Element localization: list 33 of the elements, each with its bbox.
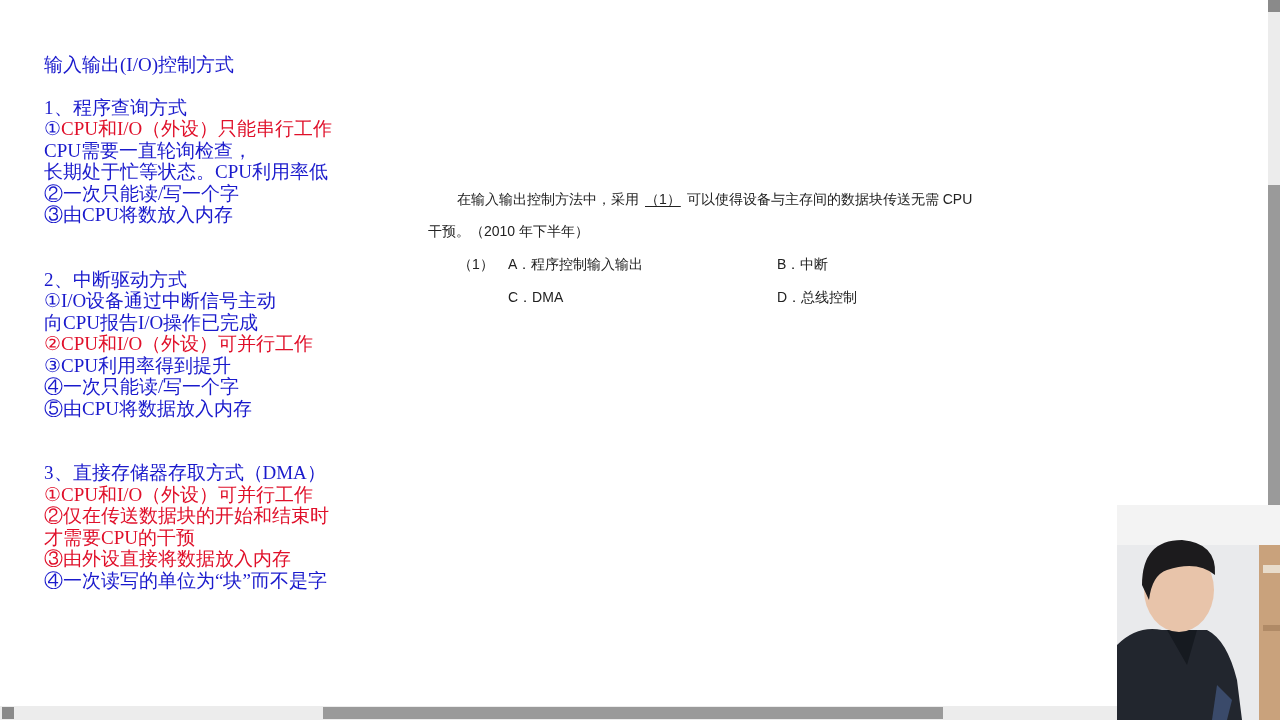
note-line: ②一次只能读/写一个字 <box>44 182 240 204</box>
note-line: ④一次只能读/写一个字 <box>44 376 240 398</box>
note-line: ⑤由CPU将数据放入内存 <box>44 397 252 419</box>
question-text: 干预。（2010 年下半年） <box>428 222 591 241</box>
question-text: 在输入输出控制方法中，采用 （1） 可以使得设备与主存间的数据块传送无需 CPU <box>456 190 974 209</box>
section-heading: 1、程序查询方式 <box>44 96 188 118</box>
vertical-scrollbar[interactable] <box>1268 0 1280 505</box>
note-line: ①I/O设备通过中断信号主动 <box>44 290 277 312</box>
note-line: ②仅在传送数据块的开始和结束时 <box>44 505 329 527</box>
scroll-left-icon[interactable] <box>2 707 14 719</box>
scrollbar-thumb[interactable] <box>1268 185 1280 505</box>
note-line: ②CPU和I/O（外设）可并行工作 <box>44 333 314 355</box>
note-line: 长期处于忙等状态。CPU利用率低 <box>44 161 328 183</box>
notes-title: 输入输出(I/O)控制方式 <box>44 54 235 76</box>
note-line: 向CPU报告I/O操作已完成 <box>44 311 259 333</box>
scroll-up-icon[interactable] <box>1268 0 1280 12</box>
question-number: （1） <box>458 255 495 274</box>
answer-option: C．DMA <box>508 286 777 308</box>
note-line: ③由CPU将数放入内存 <box>44 204 233 226</box>
section-heading: 3、直接存储器存取方式（DMA） <box>44 462 327 484</box>
note-line: ③由外设直接将数据放入内存 <box>44 548 291 570</box>
note-line: ①CPU和I/O（外设）只能串行工作 <box>44 118 333 140</box>
note-line: ④一次读写的单位为“块”而不是字 <box>44 569 327 591</box>
note-line: 才需要CPU的干预 <box>44 526 195 548</box>
note-line: CPU需要一直轮询检查， <box>44 139 252 161</box>
horizontal-scrollbar[interactable] <box>0 706 1117 720</box>
answer-option: A．程序控制输入输出 <box>508 253 777 275</box>
answer-option: B．中断 <box>777 253 977 275</box>
answer-option: D．总线控制 <box>777 286 977 308</box>
scrollbar-thumb[interactable] <box>323 707 943 719</box>
note-line: ①CPU和I/O（外设）可并行工作 <box>44 483 314 505</box>
section-heading: 2、中断驱动方式 <box>44 268 188 290</box>
note-line: ③CPU利用率得到提升 <box>44 354 231 376</box>
